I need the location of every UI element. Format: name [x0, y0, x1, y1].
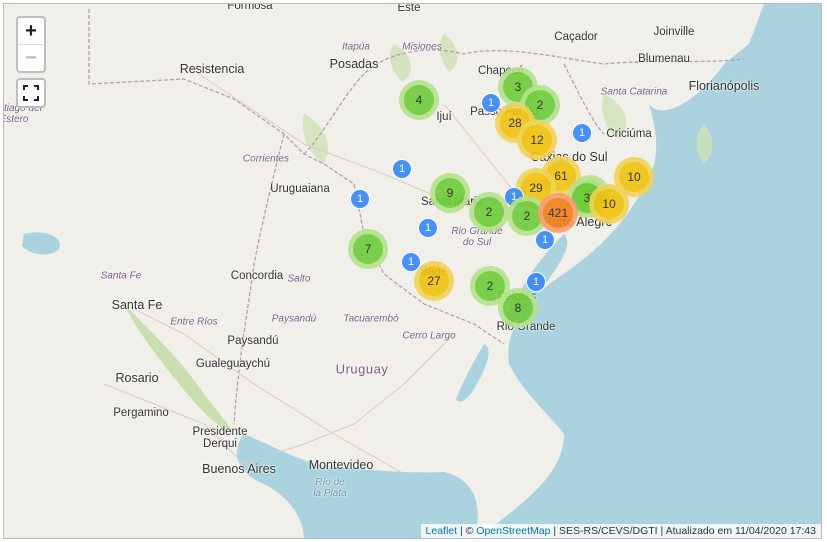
fullscreen-icon — [23, 85, 39, 101]
cluster-count: 421 — [543, 198, 573, 228]
map-container[interactable]: Resistencia Posadas Chapecó Caçador Joinvill… — [3, 3, 822, 539]
place-label-cacador: Caçador — [554, 31, 598, 43]
place-label-misiones: Misiones — [402, 41, 442, 53]
place-label-cerrolargo: Cerro Largo — [402, 330, 456, 342]
place-label-ijui: Ijuí — [436, 111, 452, 123]
zoom-out-button[interactable]: − — [18, 44, 44, 71]
place-label-este: Este — [397, 3, 421, 14]
place-label-concordia: Concordia — [230, 270, 284, 282]
place-label-santafe_state: Santa Fe — [100, 270, 142, 282]
cluster-count: 1 — [535, 230, 555, 250]
place-label-joinville: Joinville — [653, 26, 695, 38]
cluster-count: 7 — [353, 234, 383, 264]
place-label-posadas: Posadas — [329, 57, 379, 71]
cluster-count: 1 — [350, 189, 370, 209]
cluster-marker-c21[interactable]: 1 — [418, 218, 438, 238]
cluster-marker-c13[interactable]: 9 — [430, 173, 470, 213]
place-label-paysandu: Paysandú — [227, 335, 279, 347]
place-label-santacatarina: Santa Catarina — [600, 86, 668, 98]
attribution-text: | SES-RS/CEVS/DGTI | Atualizado em 11/04… — [550, 525, 816, 537]
place-label-buenosaires: Buenos Aires — [202, 462, 276, 476]
place-label-resistencia: Resistencia — [179, 62, 245, 76]
place-label-blumenau: Blumenau — [638, 53, 690, 65]
cluster-marker-c27[interactable]: 1 — [526, 272, 546, 292]
osm-link[interactable]: OpenStreetMap — [476, 525, 550, 537]
cluster-count: 2 — [474, 197, 504, 227]
place-label-rioplata: Río de la Plata — [313, 477, 347, 499]
cluster-count: 1 — [392, 159, 412, 179]
place-label-montevideo: Montevideo — [308, 458, 374, 472]
cluster-marker-c23[interactable]: 7 — [348, 229, 388, 269]
cluster-count: 10 — [594, 189, 624, 219]
place-label-uruguay: Uruguay — [335, 361, 389, 377]
cluster-marker-c7[interactable]: 1 — [572, 123, 592, 143]
cluster-count: 27 — [419, 266, 449, 296]
lake — [22, 232, 60, 255]
attribution: Leaflet | © OpenStreetMap | SES-RS/CEVS/… — [420, 524, 821, 538]
cluster-count: 10 — [619, 162, 649, 192]
cluster-marker-c20[interactable]: 421 — [538, 193, 578, 233]
cluster-count: 9 — [435, 178, 465, 208]
zoom-in-button[interactable]: + — [18, 18, 44, 44]
lagoa-mirim — [456, 344, 489, 402]
zoom-control: + − — [16, 16, 46, 73]
cluster-marker-c12[interactable]: 1 — [350, 189, 370, 209]
cluster-count: 1 — [572, 123, 592, 143]
attribution-sep: | © — [457, 525, 477, 537]
place-label-criciuma: Criciúma — [606, 128, 652, 140]
cluster-marker-c22[interactable]: 1 — [535, 230, 555, 250]
place-label-itapua: Itapúa — [342, 41, 370, 53]
cluster-marker-c1[interactable]: 4 — [399, 80, 439, 120]
cluster-marker-c17[interactable]: 10 — [589, 184, 629, 224]
place-label-pergamino: Pergamino — [113, 407, 169, 419]
place-label-formosa: Formosa — [227, 3, 273, 12]
cluster-marker-c6[interactable]: 12 — [517, 120, 557, 160]
place-label-presidente: Presidente Derqui — [192, 426, 248, 450]
place-label-tacuarembo: Tacuarembó — [343, 313, 399, 325]
leaflet-link[interactable]: Leaflet — [426, 525, 458, 537]
cluster-count: 4 — [404, 85, 434, 115]
place-label-entrerios: Entre Ríos — [170, 316, 218, 328]
cluster-marker-c25[interactable]: 27 — [414, 261, 454, 301]
cluster-marker-c8[interactable]: 1 — [392, 159, 412, 179]
cluster-count: 1 — [418, 218, 438, 238]
cluster-marker-c28[interactable]: 8 — [498, 288, 538, 328]
place-label-uruguaiana: Uruguaiana — [270, 183, 330, 195]
place-label-corrientes: Corrientes — [242, 153, 290, 165]
cluster-count: 12 — [522, 125, 552, 155]
place-label-santafe: Santa Fe — [111, 298, 163, 312]
place-label-paysandu_state: Paysandú — [271, 313, 317, 325]
place-label-rosario: Rosario — [115, 371, 159, 385]
place-label-gualeguaychu: Gualeguaychú — [195, 358, 271, 370]
cluster-count: 8 — [503, 293, 533, 323]
place-label-florianopolis: Florianópolis — [688, 79, 760, 93]
cluster-marker-c18[interactable]: 2 — [469, 192, 509, 232]
place-label-salto: Salto — [287, 273, 311, 285]
fullscreen-button[interactable] — [16, 78, 46, 108]
cluster-count: 1 — [526, 272, 546, 292]
